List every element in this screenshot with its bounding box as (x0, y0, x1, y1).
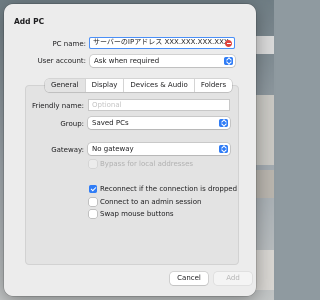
background-window-fragment (254, 95, 274, 165)
gateway-select[interactable]: No gateway (88, 143, 230, 155)
clear-text-icon[interactable] (225, 40, 232, 47)
bypass-checkbox[interactable] (89, 160, 97, 168)
chevron-up-down-icon (219, 119, 228, 127)
tab-bar: General Display Devices & Audio Folders (45, 79, 233, 92)
user-account-label: User account: (37, 57, 86, 65)
gateway-label: Gateway: (51, 146, 84, 154)
dialog-title: Add PC (14, 17, 45, 26)
group-label: Group: (60, 120, 84, 128)
friendly-name-placeholder: Optional (92, 101, 122, 109)
friendly-name-input[interactable]: Optional (88, 99, 230, 111)
background-window-fragment (254, 250, 274, 290)
group-value: Saved PCs (92, 119, 129, 127)
swap-mouse-checkbox[interactable] (89, 210, 97, 218)
chevron-up-down-icon (219, 145, 228, 153)
user-account-value: Ask when required (94, 57, 160, 65)
tab-devices-audio[interactable]: Devices & Audio (124, 79, 195, 92)
background-window-fragment (254, 170, 274, 198)
pc-name-label: PC name: (52, 40, 86, 48)
reconnect-label: Reconnect if the connection is dropped (100, 185, 238, 193)
chevron-up-down-icon (224, 57, 233, 65)
user-account-select[interactable]: Ask when required (90, 55, 235, 67)
gateway-value: No gateway (92, 145, 134, 153)
tab-content-panel (25, 85, 239, 265)
pc-name-input[interactable]: サーバーのIPアドレス XXX.XXX.XXX.XXX (89, 37, 235, 49)
admin-session-checkbox[interactable] (89, 198, 97, 206)
friendly-name-label: Friendly name: (31, 102, 84, 110)
tab-folders[interactable]: Folders (195, 79, 232, 92)
tab-display[interactable]: Display (86, 79, 125, 92)
background-window-fragment (254, 36, 274, 54)
admin-session-label: Connect to an admin session (100, 198, 202, 206)
cancel-button[interactable]: Cancel (170, 272, 208, 285)
reconnect-checkbox[interactable] (89, 185, 97, 193)
tab-general[interactable]: General (45, 79, 86, 92)
group-select[interactable]: Saved PCs (88, 117, 230, 129)
bypass-label: Bypass for local addresses (100, 160, 194, 168)
pc-name-value: サーバーのIPアドレス XXX.XXX.XXX.XXX (93, 38, 229, 46)
add-button[interactable]: Add (214, 272, 252, 285)
swap-mouse-label: Swap mouse buttons (100, 210, 174, 218)
